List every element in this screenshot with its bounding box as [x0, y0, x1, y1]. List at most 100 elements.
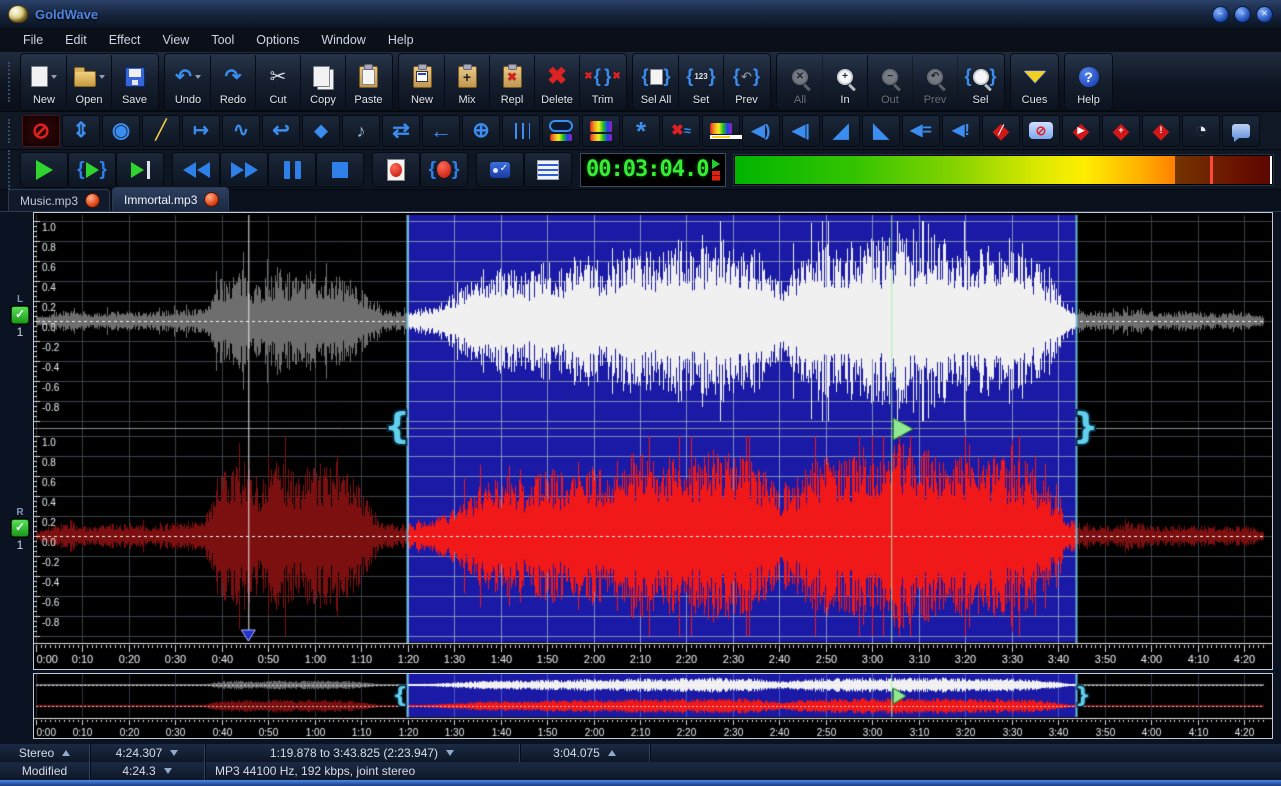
volume-match-icon[interactable]: ◀=: [902, 114, 940, 147]
zoom-previous-icon: ↶: [927, 62, 943, 92]
speaker-icon[interactable]: ◀): [742, 114, 780, 147]
button-label: All: [793, 93, 807, 106]
sel-all-button[interactable]: {} Sel All: [634, 54, 679, 109]
prev-button[interactable]: {↶} Prev: [724, 55, 769, 109]
button-label: Undo: [174, 93, 202, 106]
shape-editor-icon[interactable]: ╱: [142, 114, 180, 147]
delete-button[interactable]: ✖ Delete: [535, 54, 580, 109]
format-value: MP3 44100 Hz, 192 kbps, joint stereo: [215, 764, 416, 778]
spectrum-icon[interactable]: [582, 114, 620, 147]
expression-icon[interactable]: ◆ ▶: [1062, 114, 1100, 147]
control-properties-button[interactable]: [524, 151, 572, 188]
paste-button[interactable]: Paste: [346, 55, 391, 109]
pitch-icon[interactable]: ♪: [342, 114, 380, 147]
set-button[interactable]: {123} Set: [679, 54, 724, 109]
mechanize-icon[interactable]: ∿: [222, 114, 260, 147]
dropdown-arrow-icon[interactable]: [51, 74, 57, 79]
cut-button[interactable]: ✂ Cut: [256, 54, 301, 109]
fast-forward-button[interactable]: [220, 151, 268, 188]
new-button[interactable]: New: [22, 54, 67, 109]
copy-button[interactable]: Copy: [301, 54, 346, 109]
disable-icon[interactable]: ⊘: [22, 114, 60, 147]
level-meter-unlit: [1175, 155, 1272, 184]
interpolate-icon[interactable]: *: [622, 114, 660, 147]
select-all-icon: {}: [641, 66, 671, 86]
record-selection-button[interactable]: {}: [420, 151, 468, 188]
length-down-arrow[interactable]: [170, 750, 179, 756]
waveform-canvas[interactable]: [34, 213, 1272, 669]
repl-button[interactable]: ✖ Repl: [490, 54, 535, 109]
menu-item-edit[interactable]: Edit: [54, 30, 98, 50]
volume-max-icon[interactable]: ◀!: [942, 114, 980, 147]
tab-close-icon[interactable]: [85, 193, 101, 208]
modified-segment: Modified: [0, 762, 90, 780]
cues-button[interactable]: Cues: [1012, 55, 1057, 109]
trim-button[interactable]: ✖{ } ✖ Trim: [580, 55, 625, 109]
play-all-button[interactable]: [116, 151, 164, 188]
exchange-channels-icon[interactable]: ⇄: [382, 114, 420, 147]
menu-item-file[interactable]: File: [12, 30, 54, 50]
new-button[interactable]: New: [400, 54, 445, 109]
menu-item-window[interactable]: Window: [310, 30, 376, 50]
save-button[interactable]: Save: [112, 55, 157, 109]
pan-icon[interactable]: ⊕: [462, 114, 500, 147]
sel-button[interactable]: {} Sel: [958, 55, 1003, 109]
noise-reduction-icon[interactable]: ✖ ≈: [662, 114, 700, 147]
channel-checkbox-icon[interactable]: [11, 306, 29, 324]
dropdown-arrow-icon[interactable]: [194, 74, 201, 79]
volume-fader-icon[interactable]: ◀|: [782, 114, 820, 147]
effect-insert-icon[interactable]: ◆ +: [1102, 114, 1140, 147]
flange-icon[interactable]: ◆: [302, 114, 340, 147]
minimize-icon[interactable]: [1212, 5, 1229, 23]
timer-icon[interactable]: ◔: [1182, 114, 1220, 147]
effect-info-icon[interactable]: ◆!: [1142, 114, 1180, 147]
tab-close-icon[interactable]: [204, 192, 220, 207]
offset-icon[interactable]: ↦: [182, 114, 220, 147]
shape-red-icon[interactable]: ◆ ╱: [982, 114, 1020, 147]
zoom-out-icon: −: [882, 62, 898, 92]
document-tabs: Music.mp3 Immortal.mp3: [0, 187, 1281, 212]
selection-down-arrow[interactable]: [446, 750, 455, 756]
redo-button[interactable]: ↷ Redo: [211, 54, 256, 109]
tab-immortal-mp3[interactable]: Immortal.mp3: [112, 187, 230, 211]
fade-in-icon[interactable]: ◢: [822, 114, 860, 147]
channel-checkbox-icon[interactable]: [11, 519, 29, 537]
stop-button[interactable]: [316, 151, 364, 188]
mix-button[interactable]: + Mix: [445, 54, 490, 109]
menu-item-view[interactable]: View: [151, 30, 200, 50]
tab-music-mp3[interactable]: Music.mp3: [8, 189, 111, 211]
length-short-down-arrow[interactable]: [163, 768, 172, 774]
pause-button[interactable]: [268, 151, 316, 188]
undo-button[interactable]: ↶ Undo: [166, 54, 211, 109]
rewind-button[interactable]: [172, 151, 220, 188]
maximize-icon[interactable]: [1234, 5, 1251, 23]
fade-out-icon[interactable]: ◣: [862, 114, 900, 147]
reverse-icon[interactable]: ↩: [262, 114, 300, 147]
play-selection-button[interactable]: {}: [68, 151, 116, 188]
position-up-arrow[interactable]: [607, 750, 616, 756]
pan-left-icon[interactable]: ←: [422, 114, 460, 147]
monitor-button[interactable]: [476, 151, 524, 188]
record-button[interactable]: [372, 151, 420, 188]
spectrum-filter-icon[interactable]: [702, 114, 740, 147]
menu-item-tool[interactable]: Tool: [200, 30, 245, 50]
open-folder-icon: [73, 62, 105, 92]
overview-canvas[interactable]: [34, 674, 1272, 738]
filter-icon[interactable]: [542, 114, 580, 147]
censor-icon[interactable]: ⊘: [1022, 114, 1060, 147]
close-icon[interactable]: [1256, 5, 1273, 23]
open-button[interactable]: Open: [67, 54, 112, 109]
in-button[interactable]: + In: [823, 54, 868, 109]
channel-mode-up-arrow[interactable]: [62, 750, 71, 756]
doppler-icon[interactable]: ◉: [102, 114, 140, 147]
menu-item-effect[interactable]: Effect: [98, 30, 152, 50]
play-button[interactable]: [20, 151, 68, 188]
help-icon: ?: [1078, 62, 1099, 92]
equalizer-icon[interactable]: [502, 114, 540, 147]
volume-updown-icon[interactable]: ⇕: [62, 114, 100, 147]
help-button[interactable]: ? Help: [1066, 55, 1111, 109]
comment-icon[interactable]: [1222, 114, 1260, 147]
menu-item-help[interactable]: Help: [377, 30, 425, 50]
menu-item-options[interactable]: Options: [245, 30, 310, 50]
dropdown-arrow-icon[interactable]: [98, 74, 105, 79]
